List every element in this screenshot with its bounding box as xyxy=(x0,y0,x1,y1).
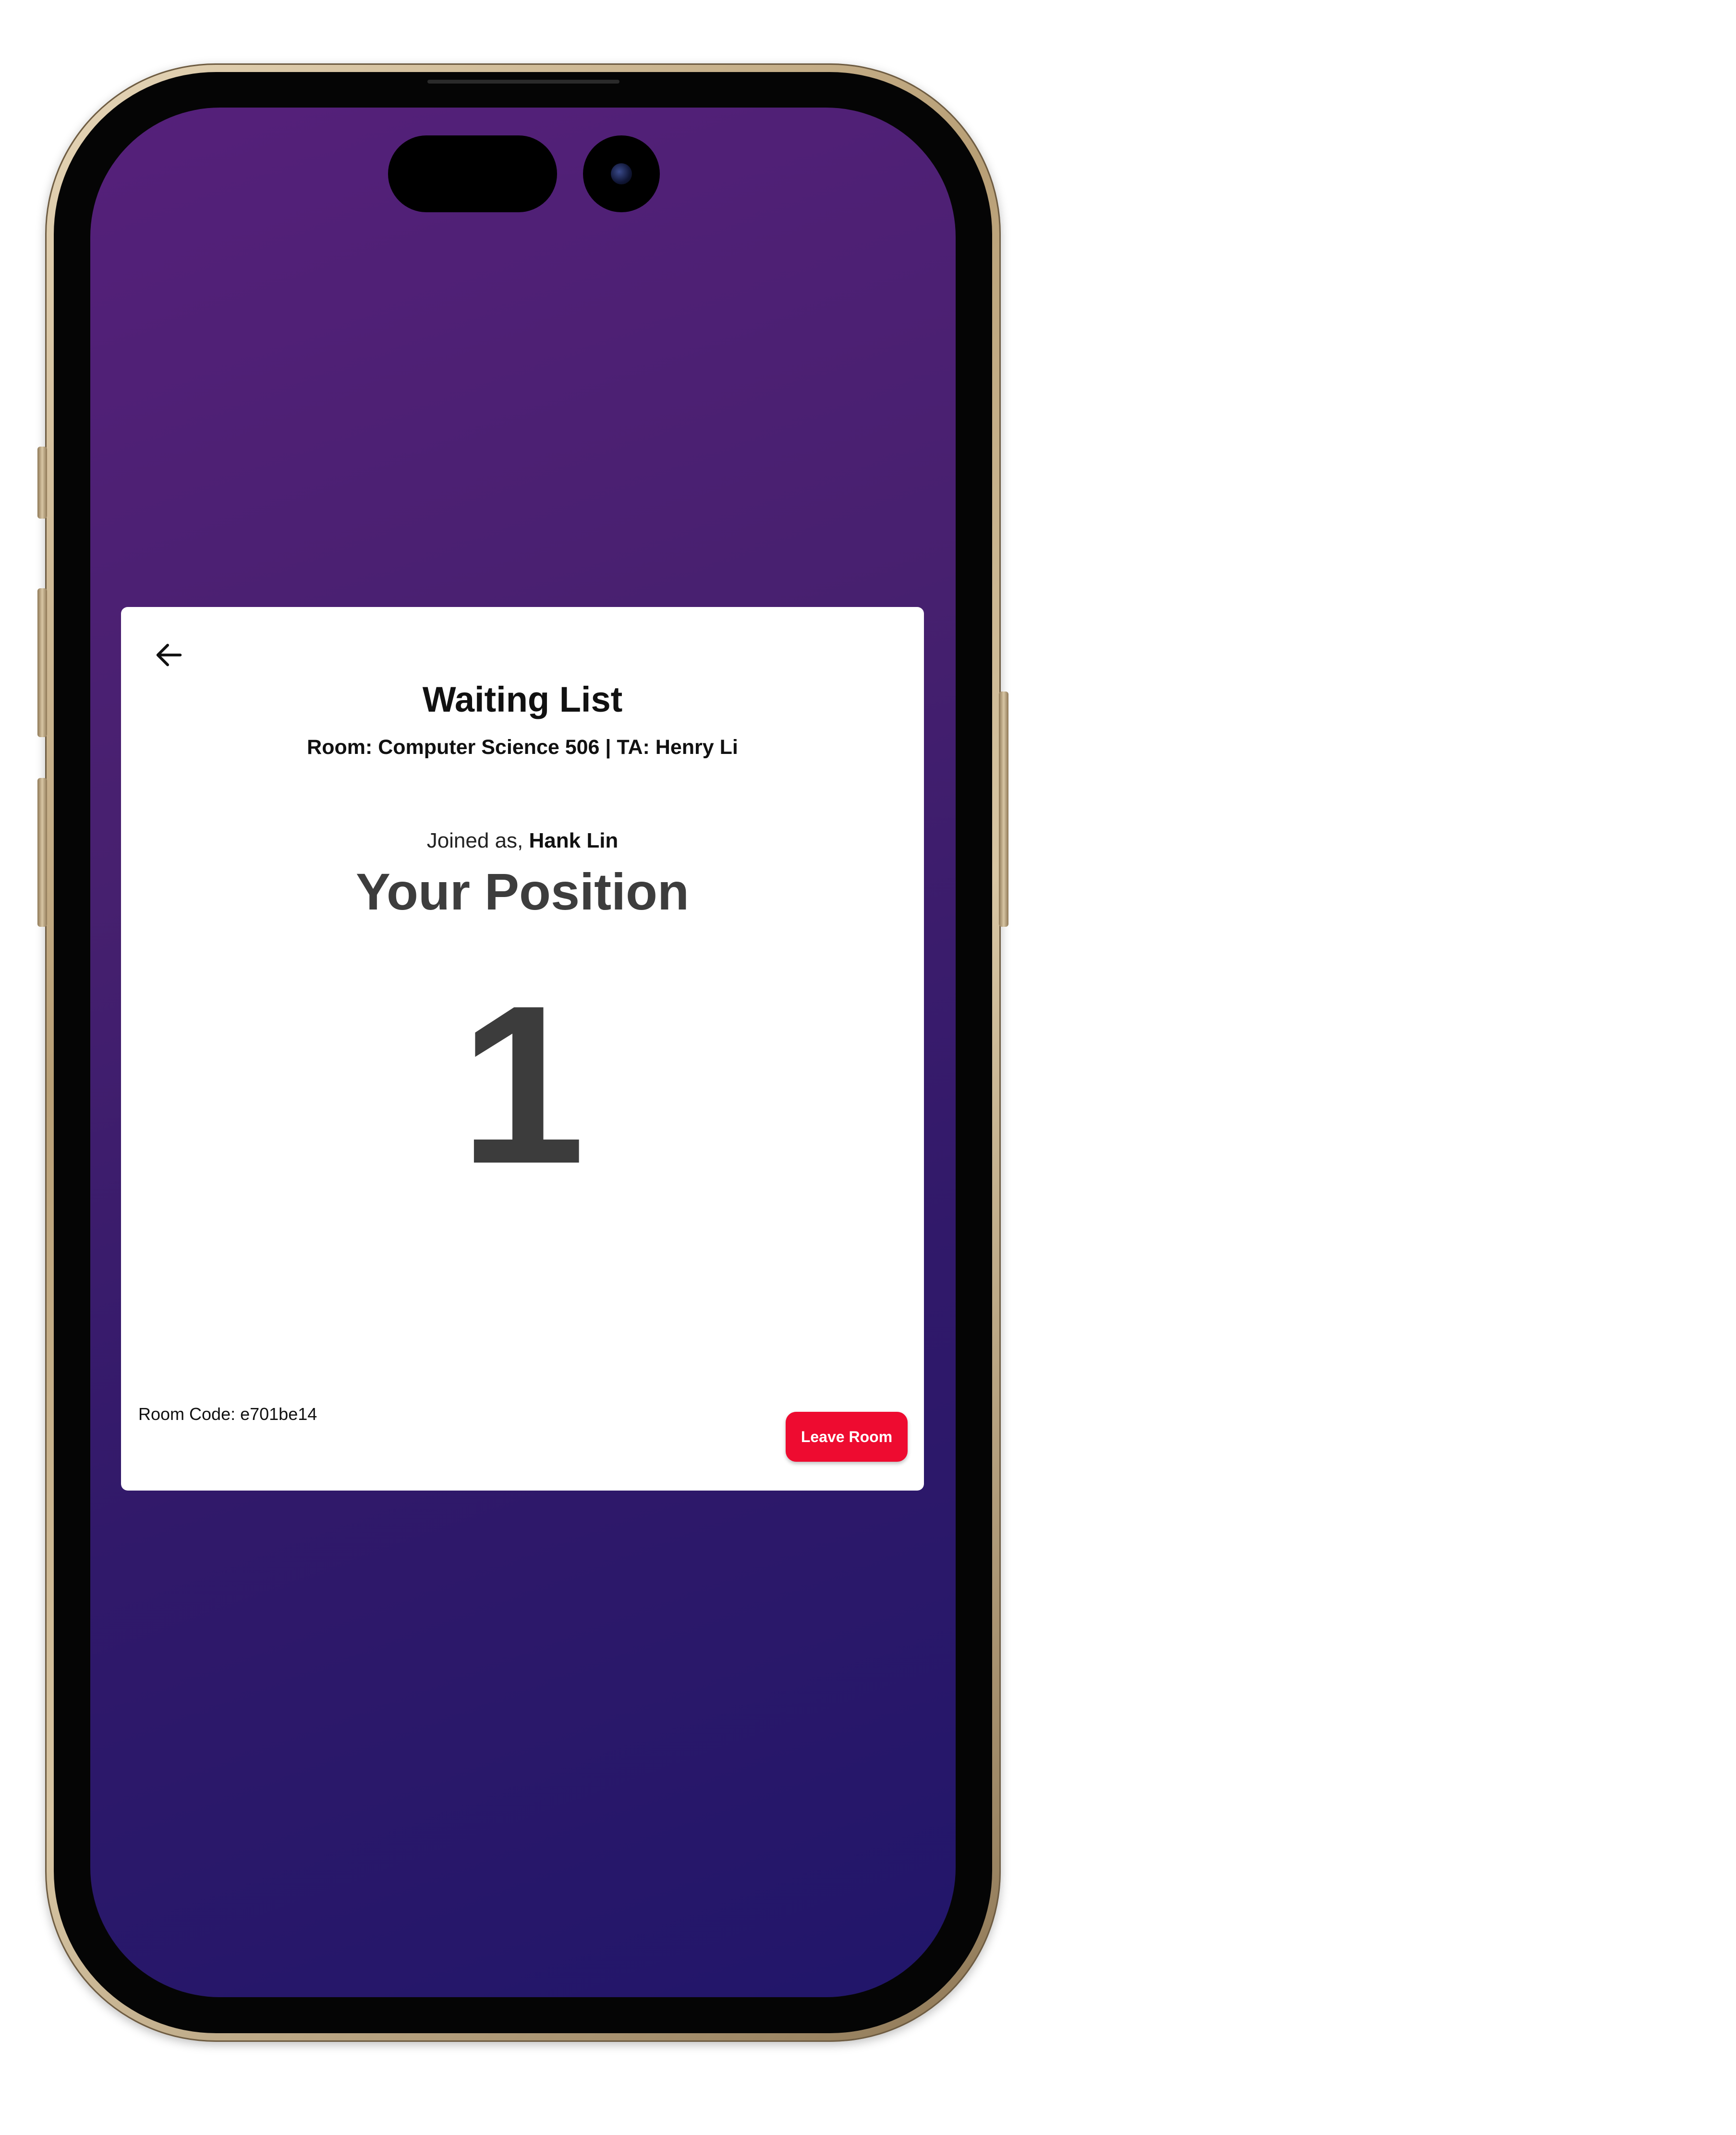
room-code: Room Code: e701be14 xyxy=(138,1404,317,1424)
dynamic-island xyxy=(388,135,557,212)
volume-down-button xyxy=(37,778,47,927)
volume-up-button xyxy=(37,588,47,737)
back-button[interactable] xyxy=(150,636,188,674)
power-button xyxy=(999,691,1008,927)
page-title: Waiting List xyxy=(422,679,623,719)
phone-screen: Waiting List Room: Computer Science 506 … xyxy=(90,108,956,1997)
leave-room-button[interactable]: Leave Room xyxy=(786,1412,908,1462)
queue-position-number: 1 xyxy=(460,958,585,1211)
earpiece-speaker xyxy=(427,80,619,84)
room-info: Room: Computer Science 506 | TA: Henry L… xyxy=(307,736,738,759)
waiting-list-card: Waiting List Room: Computer Science 506 … xyxy=(121,607,924,1491)
silent-switch xyxy=(37,447,47,519)
arrow-left-icon xyxy=(156,643,182,667)
joined-as-line: Joined as, Hank Lin xyxy=(121,829,924,853)
front-camera-icon xyxy=(583,135,660,212)
joined-as-label: Joined as, xyxy=(426,829,529,852)
joined-user-name: Hank Lin xyxy=(529,829,619,852)
position-heading: Your Position xyxy=(356,862,689,921)
